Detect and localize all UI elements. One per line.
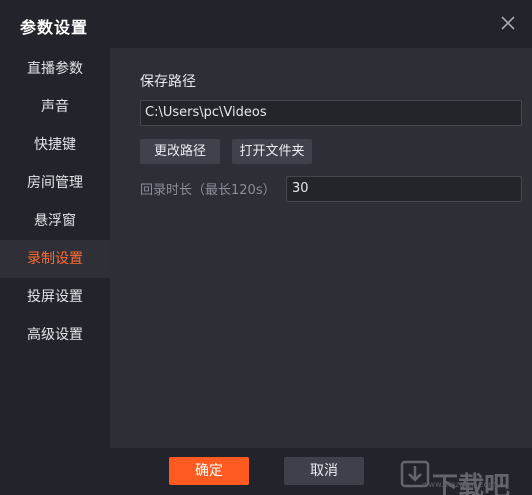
sidebar-item-sound[interactable]: 声音 (0, 88, 110, 126)
sidebar-item-live-params[interactable]: 直播参数 (0, 50, 110, 88)
change-path-button[interactable]: 更改路径 (140, 139, 220, 164)
sidebar-item-shortcuts[interactable]: 快捷键 (0, 126, 110, 164)
sidebar-item-advanced[interactable]: 高级设置 (0, 316, 110, 354)
save-path-label: 保存路径 (140, 74, 196, 90)
close-icon[interactable] (498, 13, 518, 33)
playback-duration-label: 回录时长（最长120s） (140, 183, 276, 198)
sidebar-item-floating-window[interactable]: 悬浮窗 (0, 202, 110, 240)
window-title: 参数设置 (20, 18, 89, 37)
settings-sidebar: 直播参数 声音 快捷键 房间管理 悬浮窗 录制设置 投屏设置 高级设置 (0, 48, 110, 448)
sidebar-item-room-management[interactable]: 房间管理 (0, 164, 110, 202)
playback-duration-field[interactable]: 30 (286, 176, 522, 202)
watermark-logo: 下载吧 www.xiazaiba.com (398, 430, 528, 495)
cancel-button[interactable]: 取消 (284, 457, 364, 485)
save-path-field[interactable]: C:\Users\pc\Videos (140, 100, 522, 126)
watermark-url: www.xiazaiba.com (422, 480, 497, 489)
sidebar-item-screen-cast[interactable]: 投屏设置 (0, 278, 110, 316)
recording-settings-panel: 保存路径 C:\Users\pc\Videos 更改路径 打开文件夹 回录时长（… (110, 48, 532, 448)
title-bar: 参数设置 (0, 0, 532, 48)
ok-button[interactable]: 确定 (169, 457, 249, 485)
sidebar-item-recording-settings[interactable]: 录制设置 (0, 240, 110, 278)
open-folder-button[interactable]: 打开文件夹 (232, 139, 312, 164)
